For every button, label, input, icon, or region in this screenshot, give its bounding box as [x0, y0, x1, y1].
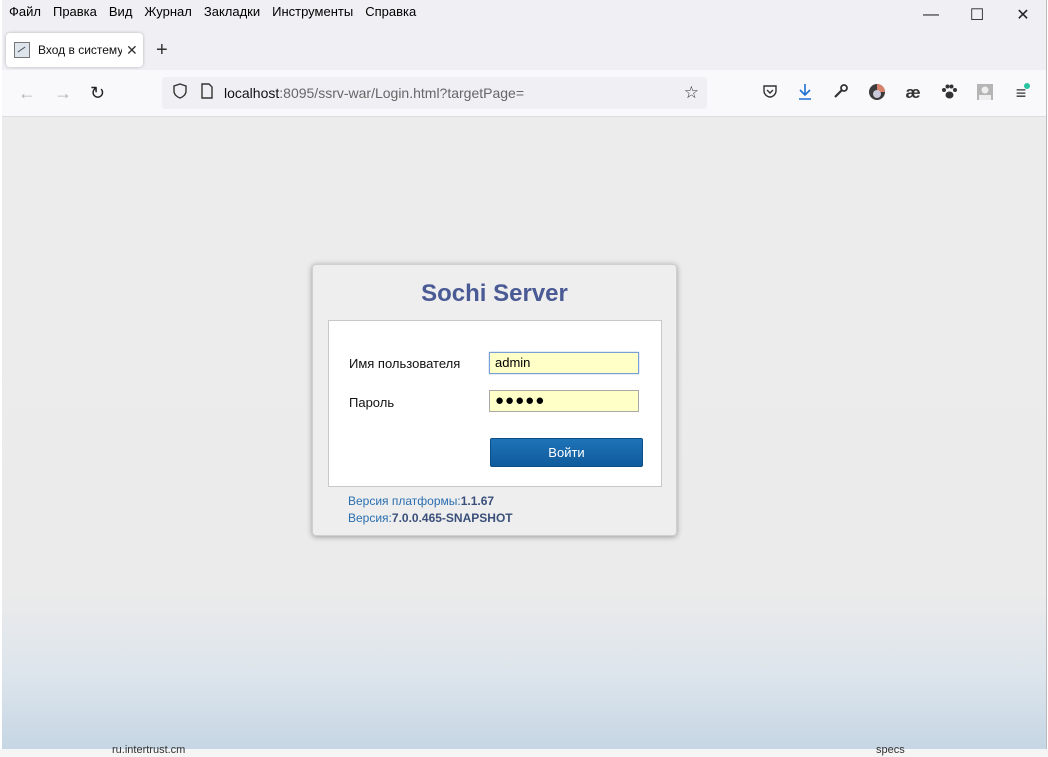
- login-form: Имя пользователя admin Пароль ●●●●● Войт…: [328, 320, 662, 487]
- tab-title: Вход в систему: [38, 43, 122, 57]
- login-panel: Sochi Server Имя пользователя admin Паро…: [312, 264, 677, 536]
- menu-bookmarks[interactable]: Закладки: [198, 0, 266, 24]
- menu-bar: Файл Правка Вид Журнал Закладки Инструме…: [2, 0, 1046, 24]
- menu-edit[interactable]: Правка: [47, 0, 103, 24]
- address-bar[interactable]: localhost:8095/ssrv-war/Login.html?targe…: [162, 77, 707, 109]
- page-content: Sochi Server Имя пользователя admin Паро…: [2, 117, 1046, 749]
- menu-tools[interactable]: Инструменты: [266, 0, 359, 24]
- shield-icon[interactable]: [172, 83, 188, 103]
- update-badge-icon: [1024, 83, 1030, 89]
- pocket-icon[interactable]: [759, 83, 781, 105]
- ae-extension-icon[interactable]: æ: [902, 83, 924, 103]
- app-title: Sochi Server: [421, 280, 568, 307]
- browser-window: Файл Правка Вид Журнал Закладки Инструме…: [2, 0, 1047, 750]
- background-window-peek: ru.intertrust.cm specs: [0, 744, 1048, 757]
- navigation-toolbar: ← → ↻ localhost:8095/ssrv-war/Login.html…: [2, 70, 1046, 117]
- menu-view[interactable]: Вид: [103, 0, 139, 24]
- bookmark-star-icon[interactable]: ☆: [684, 83, 699, 103]
- menu-file[interactable]: Файл: [2, 0, 47, 24]
- page-info-icon[interactable]: [200, 83, 214, 103]
- download-icon[interactable]: [794, 83, 816, 107]
- tab-login[interactable]: Вход в систему ✕: [6, 33, 143, 67]
- account-icon[interactable]: [974, 83, 996, 107]
- background-tree-item: ru.intertrust.cm: [112, 744, 186, 756]
- paw-icon[interactable]: [938, 83, 960, 107]
- maximize-button[interactable]: ☐: [954, 0, 1000, 30]
- minimize-button[interactable]: —: [908, 0, 954, 30]
- window-controls: — ☐ ✕: [908, 0, 1046, 30]
- url-text[interactable]: localhost:8095/ssrv-war/Login.html?targe…: [224, 85, 524, 101]
- profile-icon[interactable]: [866, 83, 888, 107]
- reload-button[interactable]: ↻: [90, 82, 105, 104]
- back-button[interactable]: ←: [18, 82, 36, 104]
- login-button[interactable]: Войти: [490, 438, 643, 467]
- password-label: Пароль: [349, 395, 395, 410]
- wrench-icon[interactable]: [830, 83, 852, 105]
- app-version: Версия:7.0.0.465-SNAPSHOT: [348, 511, 513, 525]
- page-favicon-icon: [14, 42, 30, 58]
- close-tab-icon[interactable]: ✕: [126, 42, 138, 59]
- close-window-button[interactable]: ✕: [1000, 0, 1046, 30]
- forward-button[interactable]: →: [54, 82, 72, 104]
- new-tab-button[interactable]: +: [156, 38, 168, 62]
- platform-version: Версия платформы:1.1.67: [348, 494, 495, 508]
- menu-help[interactable]: Справка: [359, 0, 422, 24]
- menu-history[interactable]: Журнал: [138, 0, 197, 24]
- tab-strip: Вход в систему ✕ +: [2, 30, 1046, 70]
- password-input[interactable]: ●●●●●: [489, 390, 639, 412]
- username-label: Имя пользователя: [349, 356, 461, 371]
- username-input[interactable]: admin: [489, 352, 639, 374]
- background-tree-item-specs: specs: [876, 744, 905, 756]
